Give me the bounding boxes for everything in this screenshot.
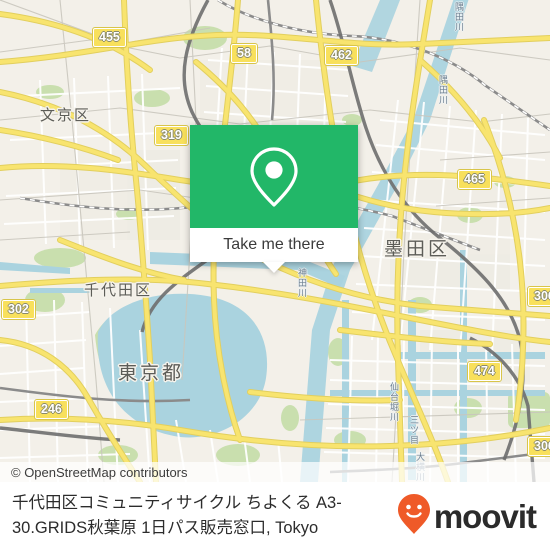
road-shield-306-north[interactable]: 306 bbox=[527, 286, 550, 307]
road-shield-455[interactable]: 455 bbox=[92, 27, 127, 48]
card-footer[interactable]: Take me there bbox=[190, 228, 358, 262]
take-me-there-card[interactable]: Take me there bbox=[190, 125, 358, 273]
openstreetmap-attribution[interactable]: © OpenStreetMap contributors bbox=[0, 465, 188, 480]
map-canvas[interactable]: 文京区 墨田区 千代田区 東京都 隅田川 隅田川 神田川 仙台堀川 三ツ目 大横… bbox=[0, 0, 550, 482]
card-header bbox=[190, 125, 358, 228]
card-pointer-arrow bbox=[263, 262, 285, 273]
map-attribution-bar: © OpenStreetMap contributors bbox=[0, 462, 550, 482]
map-pin-icon bbox=[250, 146, 298, 207]
road-shield-465[interactable]: 465 bbox=[457, 169, 492, 190]
location-caption: 千代田区コミュニティサイクル ちよくる A3-30.GRIDS秋葉原 1日パス販… bbox=[12, 494, 342, 537]
moovit-smiley-pin-icon bbox=[397, 493, 431, 540]
road-shield-58[interactable]: 58 bbox=[230, 43, 258, 64]
moovit-map-share-card: 文京区 墨田区 千代田区 東京都 隅田川 隅田川 神田川 仙台堀川 三ツ目 大横… bbox=[0, 0, 550, 550]
moovit-logo[interactable]: moovit bbox=[397, 493, 550, 540]
road-shield-246[interactable]: 246 bbox=[34, 399, 69, 420]
moovit-wordmark: moovit bbox=[433, 497, 537, 535]
road-shield-302[interactable]: 302 bbox=[1, 299, 36, 320]
road-shield-474[interactable]: 474 bbox=[467, 361, 502, 382]
road-shield-462[interactable]: 462 bbox=[324, 45, 359, 66]
take-me-there-label: Take me there bbox=[223, 236, 325, 253]
caption-bar: 千代田区コミュニティサイクル ちよくる A3-30.GRIDS秋葉原 1日パス販… bbox=[0, 482, 550, 550]
road-shield-319[interactable]: 319 bbox=[154, 125, 189, 146]
road-shield-306-south[interactable]: 306 bbox=[527, 436, 550, 457]
